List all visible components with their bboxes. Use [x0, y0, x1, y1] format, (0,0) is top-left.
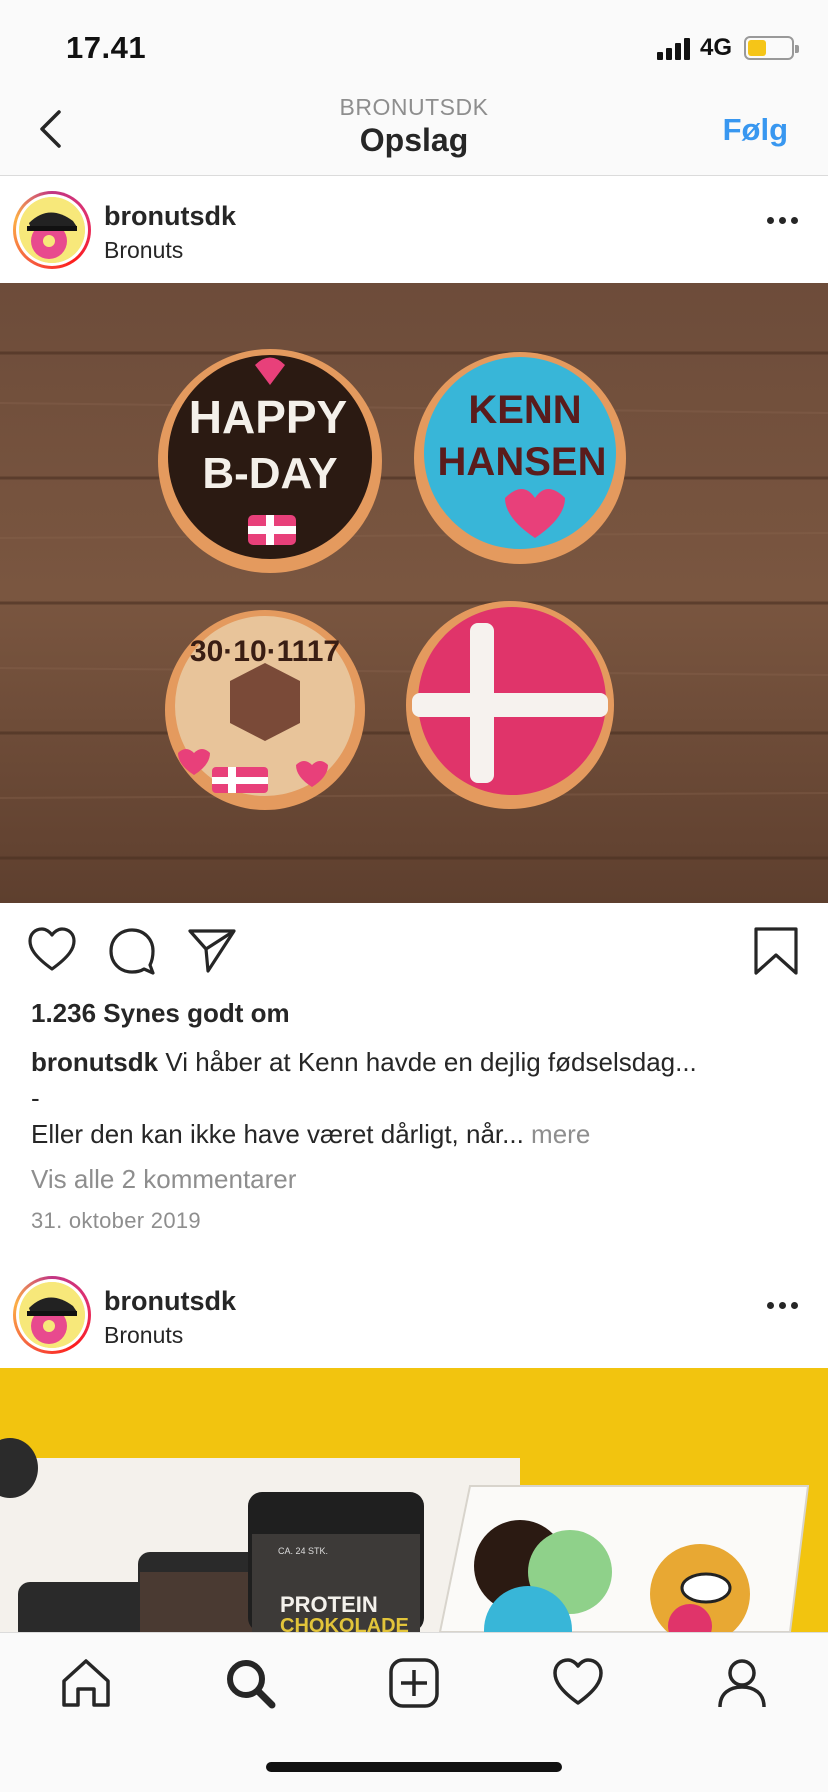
- battery-icon: [744, 36, 799, 60]
- network-type: 4G: [699, 34, 732, 61]
- avatar[interactable]: [13, 191, 91, 269]
- donut-logo-icon: [19, 197, 85, 263]
- post-actions: [0, 903, 828, 997]
- post-username[interactable]: bronutsdk: [104, 1286, 236, 1317]
- nav-header: BRONUTSDK Opslag Følg: [0, 94, 828, 176]
- post-location[interactable]: Bronuts: [104, 237, 183, 264]
- search-icon[interactable]: [222, 1655, 278, 1711]
- protein-jars-photo: CA. 24 STK. PROTEIN CHOKOLADE: [0, 1368, 828, 1632]
- caption-line2: Eller den kan ikke have været dårligt, n…: [31, 1119, 524, 1149]
- post-header: bronutsdk Bronuts: [0, 177, 828, 283]
- post-image[interactable]: CA. 24 STK. PROTEIN CHOKOLADE: [0, 1368, 828, 1632]
- caption-username[interactable]: bronutsdk: [31, 1047, 158, 1077]
- page-title: Opslag: [359, 122, 469, 158]
- signal-icon: [656, 36, 690, 60]
- status-bar: 17.41 4G: [0, 0, 828, 94]
- post-username[interactable]: bronutsdk: [104, 201, 236, 232]
- profile-icon[interactable]: [714, 1655, 770, 1711]
- comment-icon[interactable]: [106, 925, 158, 977]
- avatar[interactable]: [13, 1276, 91, 1354]
- donut-text-line2: B-DAY: [202, 449, 337, 498]
- status-time: 17.41: [66, 30, 147, 65]
- donut-text-name2: HANSEN: [438, 440, 607, 484]
- activity-heart-icon[interactable]: [550, 1655, 606, 1711]
- caption-more-link[interactable]: mere: [531, 1119, 590, 1149]
- post-header: bronutsdk Bronuts: [0, 1262, 828, 1368]
- add-post-icon[interactable]: [386, 1655, 442, 1711]
- home-indicator[interactable]: [266, 1762, 562, 1772]
- donut-logo-icon: [19, 1282, 85, 1348]
- post-location[interactable]: Bronuts: [104, 1322, 183, 1349]
- bookmark-icon[interactable]: [750, 925, 802, 977]
- like-heart-icon[interactable]: [26, 925, 78, 977]
- jar-label: PROTEIN: [280, 1592, 378, 1617]
- like-count[interactable]: 1.236 Synes godt om: [31, 998, 290, 1029]
- caption-text: Vi håber at Kenn havde en dejlig fødsels…: [165, 1047, 697, 1077]
- more-options-icon[interactable]: [767, 1302, 798, 1309]
- post-image[interactable]: HAPPY B-DAY KENN HANSEN 30·10·1117: [0, 283, 828, 903]
- jar-label-2: CHOKOLADE: [280, 1615, 409, 1632]
- header-account-name: BRONUTSDK: [339, 94, 489, 120]
- donuts-photo: HAPPY B-DAY KENN HANSEN 30·10·1117: [0, 283, 828, 903]
- status-indicators: 4G: [656, 34, 799, 62]
- jar-small-label: CA. 24 STK.: [278, 1546, 328, 1556]
- caption-separator: -: [31, 1083, 40, 1113]
- view-comments-link[interactable]: Vis alle 2 kommentarer: [31, 1164, 296, 1195]
- donut-text-name1: KENN: [468, 388, 581, 432]
- share-send-icon[interactable]: [186, 925, 238, 977]
- donut-text-line1: HAPPY: [189, 391, 347, 443]
- more-options-icon[interactable]: [767, 217, 798, 224]
- post-date: 31. oktober 2019: [31, 1208, 201, 1233]
- home-icon[interactable]: [58, 1655, 114, 1711]
- follow-button[interactable]: Følg: [723, 112, 788, 148]
- post-caption: bronutsdk Vi håber at Kenn havde en dejl…: [31, 1044, 801, 1152]
